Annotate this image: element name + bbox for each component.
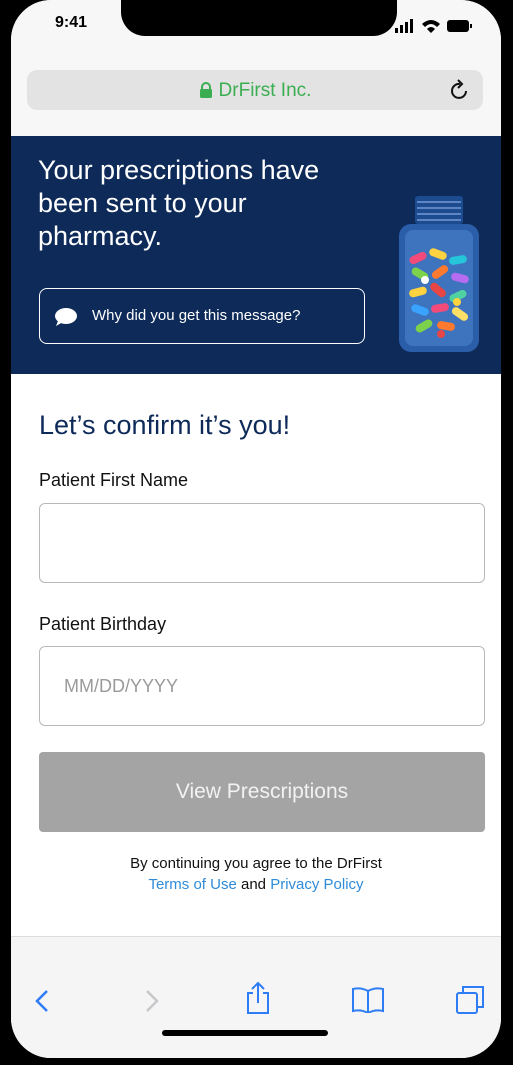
address-bar[interactable]: DrFirst Inc.	[27, 70, 483, 110]
first-name-label: Patient First Name	[39, 470, 189, 490]
confirm-heading: Let’s confirm it’s you!	[39, 410, 291, 440]
forward-icon[interactable]	[145, 989, 159, 1013]
tabs-icon[interactable]	[455, 985, 485, 1015]
status-time: 9:41	[55, 14, 88, 31]
back-icon[interactable]	[35, 989, 49, 1013]
share-icon[interactable]	[246, 981, 270, 1015]
home-indicator	[162, 1030, 328, 1036]
url-label: DrFirst Inc.	[218, 80, 312, 101]
terms-link[interactable]: Terms of Use	[148, 876, 236, 893]
birthday-field[interactable]	[39, 646, 485, 726]
chat-bubble-icon	[55, 308, 77, 326]
device-frame: 9:41 DrFirst Inc. Your prescriptions hav…	[0, 0, 513, 1065]
why-message-label: Why did you get this message?	[92, 307, 301, 324]
birthday-label: Patient Birthday	[39, 614, 167, 634]
reload-icon[interactable]	[449, 78, 471, 102]
first-name-field[interactable]	[39, 503, 485, 583]
phone-screen: 9:41 DrFirst Inc. Your prescriptions hav…	[11, 0, 501, 1058]
address-content: DrFirst Inc.	[27, 80, 483, 102]
notification-banner: Your prescriptions have been sent to you…	[11, 136, 501, 374]
legal-and: and	[240, 876, 267, 893]
status-bar: 9:41	[11, 0, 501, 44]
legal-links: Terms of Use and Privacy Policy	[11, 876, 501, 893]
signal-wifi-battery-icon	[395, 19, 472, 33]
browser-toolbar	[11, 936, 501, 1058]
why-message-button[interactable]: Why did you get this message?	[39, 288, 365, 344]
banner-headline: Your prescriptions have been sent to you…	[38, 155, 320, 251]
bookmarks-icon[interactable]	[351, 987, 385, 1013]
notch	[121, 0, 397, 36]
legal-text: By continuing you agree to the DrFirst	[130, 855, 382, 872]
browser-address-area: DrFirst Inc.	[11, 44, 501, 136]
view-prescriptions-button[interactable]: View Prescriptions	[39, 752, 485, 832]
lock-icon	[199, 82, 212, 99]
pill-bottle-icon	[399, 196, 479, 352]
privacy-link[interactable]: Privacy Policy	[270, 876, 363, 893]
